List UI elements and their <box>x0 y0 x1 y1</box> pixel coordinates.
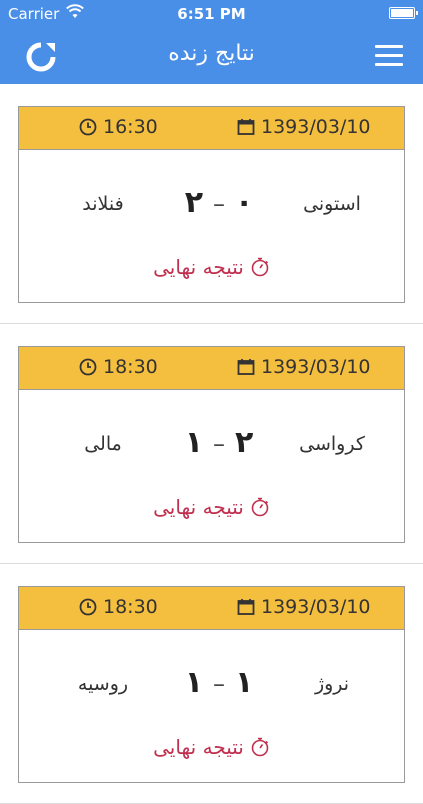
away-team: مالی <box>84 433 122 455</box>
away-team: روسیه <box>77 673 129 695</box>
page-title: نتایج زنده <box>168 41 255 66</box>
battery-icon <box>389 7 418 19</box>
home-score: ۰ <box>235 185 254 220</box>
match-date: 1393/03/10 <box>261 356 371 378</box>
status-bar: Carrier 6:51 PM <box>0 0 423 28</box>
calendar-icon <box>237 359 255 375</box>
score: ۱–۱ <box>169 665 269 705</box>
status-label: نتیجه نهایی <box>153 495 244 519</box>
match-date: 1393/03/10 <box>261 596 371 618</box>
match-time: 16:30 <box>103 116 158 138</box>
match-card-header: 18:30 1393/03/10 <box>19 347 404 390</box>
calendar-icon <box>237 119 255 135</box>
match-list: 16:30 1393/03/10 فنلاند ۲–۰ استونی نتیجه… <box>0 84 423 804</box>
status-label: نتیجه نهایی <box>153 255 244 279</box>
match-time: 18:30 <box>103 356 158 378</box>
score-row: روسیه ۱–۱ نروژ <box>19 665 404 705</box>
home-score: ۱ <box>235 665 254 700</box>
score-separator: – <box>213 430 225 458</box>
match-status: نتیجه نهایی <box>19 255 404 279</box>
away-team: فنلاند <box>82 193 124 215</box>
match-card[interactable]: 18:30 1393/03/10 روسیه ۱–۱ نروژ نتیجه نه… <box>18 586 405 783</box>
score-separator: – <box>213 190 225 218</box>
clock: 6:51 PM <box>177 5 246 23</box>
home-team: استونی <box>303 193 361 215</box>
match-item[interactable]: 18:30 1393/03/10 روسیه ۱–۱ نروژ نتیجه نه… <box>0 564 423 804</box>
home-score: ۲ <box>235 425 254 460</box>
score-row: مالی ۱–۲ کرواسی <box>19 425 404 465</box>
menu-icon[interactable] <box>375 45 403 67</box>
match-item[interactable]: 16:30 1393/03/10 فنلاند ۲–۰ استونی نتیجه… <box>0 84 423 324</box>
away-score: ۱ <box>184 425 203 460</box>
away-score: ۱ <box>184 665 203 700</box>
match-status: نتیجه نهایی <box>19 735 404 759</box>
match-card-header: 18:30 1393/03/10 <box>19 587 404 630</box>
clock-icon <box>79 118 97 136</box>
match-card-header: 16:30 1393/03/10 <box>19 107 404 150</box>
score-row: فنلاند ۲–۰ استونی <box>19 185 404 225</box>
stopwatch-icon <box>251 737 269 757</box>
nav-bar: نتایج زنده <box>0 28 423 84</box>
home-team: نروژ <box>314 673 350 695</box>
status-label: نتیجه نهایی <box>153 735 244 759</box>
match-time: 18:30 <box>103 596 158 618</box>
clock-icon <box>79 598 97 616</box>
match-status: نتیجه نهایی <box>19 495 404 519</box>
score-separator: – <box>213 670 225 698</box>
score: ۱–۲ <box>169 425 269 465</box>
stopwatch-icon <box>251 257 269 277</box>
away-score: ۲ <box>184 185 203 220</box>
match-card[interactable]: 16:30 1393/03/10 فنلاند ۲–۰ استونی نتیجه… <box>18 106 405 303</box>
match-date: 1393/03/10 <box>261 116 371 138</box>
score: ۲–۰ <box>169 185 269 225</box>
match-item[interactable]: 18:30 1393/03/10 مالی ۱–۲ کرواسی نتیجه ن… <box>0 324 423 564</box>
home-team: کرواسی <box>299 433 365 455</box>
stopwatch-icon <box>251 497 269 517</box>
clock-icon <box>79 358 97 376</box>
calendar-icon <box>237 599 255 615</box>
match-card[interactable]: 18:30 1393/03/10 مالی ۱–۲ کرواسی نتیجه ن… <box>18 346 405 543</box>
